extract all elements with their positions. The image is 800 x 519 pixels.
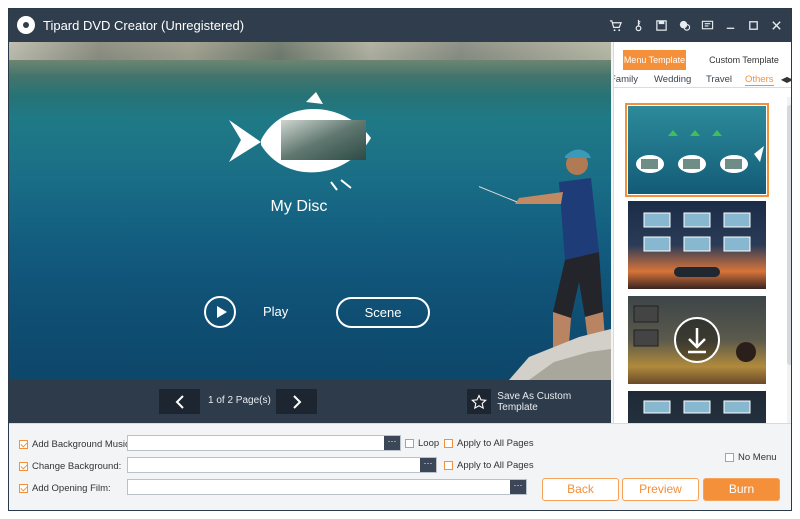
category-wedding[interactable]: Wedding [654, 74, 691, 85]
change-background-browse-button[interactable]: ··· [420, 458, 436, 472]
opening-film-field[interactable]: ··· [127, 479, 527, 495]
change-background-checkbox[interactable] [19, 461, 28, 471]
loop-option[interactable]: Loop [405, 438, 439, 449]
chevron-right-icon [292, 394, 301, 409]
page-indicator: 1 of 2 Page(s) [208, 395, 271, 406]
disc-title[interactable]: My Disc [249, 198, 349, 216]
menu-preview[interactable]: My Disc Play Scene [9, 42, 611, 380]
star-icon [467, 389, 492, 414]
save-as-custom-template-label: Save As Custom Template [497, 390, 572, 413]
no-menu-checkbox[interactable] [725, 453, 734, 462]
app-window: Tipard DVD Creator (Unregistered) My Dis… [8, 8, 792, 511]
bg-music-checkbox[interactable] [19, 439, 28, 449]
opening-film-browse-button[interactable]: ··· [510, 480, 526, 494]
cart-icon[interactable] [605, 16, 626, 36]
template-thumbnail-list [614, 97, 786, 423]
minimize-icon[interactable] [720, 16, 741, 36]
previous-page-button[interactable] [159, 389, 200, 414]
apply-all-background-label: Apply to All Pages [457, 460, 534, 471]
background-rocks [509, 329, 611, 380]
bg-music-option[interactable]: Add Background Music: [19, 436, 132, 452]
options-area: Add Background Music: ··· Loop Apply to … [9, 423, 791, 510]
close-icon[interactable] [766, 16, 787, 36]
title-bar-controls [603, 9, 787, 42]
template-thumbnail[interactable] [625, 103, 769, 197]
chevron-left-icon [175, 394, 184, 409]
no-menu-label: No Menu [738, 452, 777, 463]
change-background-field[interactable]: ··· [127, 457, 437, 473]
category-others[interactable]: Others [745, 74, 774, 86]
apply-all-music-label: Apply to All Pages [457, 438, 534, 449]
save-icon[interactable] [651, 16, 672, 36]
chat-icon[interactable] [674, 16, 695, 36]
bg-music-field[interactable]: ··· [127, 435, 401, 451]
apply-all-background-option[interactable]: Apply to All Pages [444, 460, 534, 471]
bg-music-browse-button[interactable]: ··· [384, 436, 400, 450]
key-icon[interactable] [628, 16, 649, 36]
change-background-label: Change Background: [32, 460, 122, 472]
template-thumbnail[interactable] [628, 201, 766, 289]
category-tabs: Family Wedding Travel Others ◀▶ [614, 72, 791, 88]
apply-all-music-checkbox[interactable] [444, 439, 453, 448]
loop-label: Loop [418, 438, 440, 449]
page-navigation-bar: 1 of 2 Page(s) Save As Custom Template [9, 380, 611, 423]
template-panel: Menu Template Custom Template Family Wed… [613, 42, 791, 423]
back-button[interactable]: Back [542, 478, 619, 501]
app-title: Tipard DVD Creator (Unregistered) [43, 18, 245, 33]
save-as-custom-template-button[interactable]: Save As Custom Template [467, 389, 611, 414]
burn-button[interactable]: Burn [703, 478, 780, 501]
category-scroll-arrows-icon[interactable]: ◀▶ [780, 72, 791, 87]
background-shoreline [9, 42, 611, 60]
category-family[interactable]: Family [614, 74, 638, 85]
scene-button[interactable]: Scene [336, 297, 430, 328]
apply-all-background-checkbox[interactable] [444, 461, 453, 470]
feedback-icon[interactable] [697, 16, 718, 36]
opening-film-label: Add Opening Film: [32, 482, 111, 494]
play-label[interactable]: Play [263, 304, 288, 319]
tab-menu-template[interactable]: Menu Template [623, 50, 686, 70]
title-bar: Tipard DVD Creator (Unregistered) [9, 9, 791, 42]
no-menu-option[interactable]: No Menu [725, 452, 777, 463]
fish-frame-icon [229, 92, 371, 191]
next-page-button[interactable] [276, 389, 317, 414]
template-thumbnail[interactable] [628, 296, 766, 384]
tab-custom-template[interactable]: Custom Template [694, 50, 791, 70]
loop-checkbox[interactable] [405, 439, 414, 448]
play-button[interactable] [204, 296, 236, 328]
template-thumbnail[interactable] [628, 391, 766, 423]
app-logo-icon [17, 16, 35, 34]
opening-film-checkbox[interactable] [19, 483, 28, 493]
apply-all-music-option[interactable]: Apply to All Pages [444, 438, 534, 449]
template-scrollbar[interactable] [787, 97, 791, 423]
template-tabs: Menu Template Custom Template [614, 50, 791, 70]
template-scrollbar-thumb[interactable] [787, 105, 791, 365]
preview-button[interactable]: Preview [622, 478, 699, 501]
bg-music-label: Add Background Music: [32, 438, 133, 450]
change-background-option[interactable]: Change Background: [19, 458, 121, 474]
maximize-icon[interactable] [743, 16, 764, 36]
opening-film-option[interactable]: Add Opening Film: [19, 480, 111, 496]
category-travel[interactable]: Travel [706, 74, 732, 85]
